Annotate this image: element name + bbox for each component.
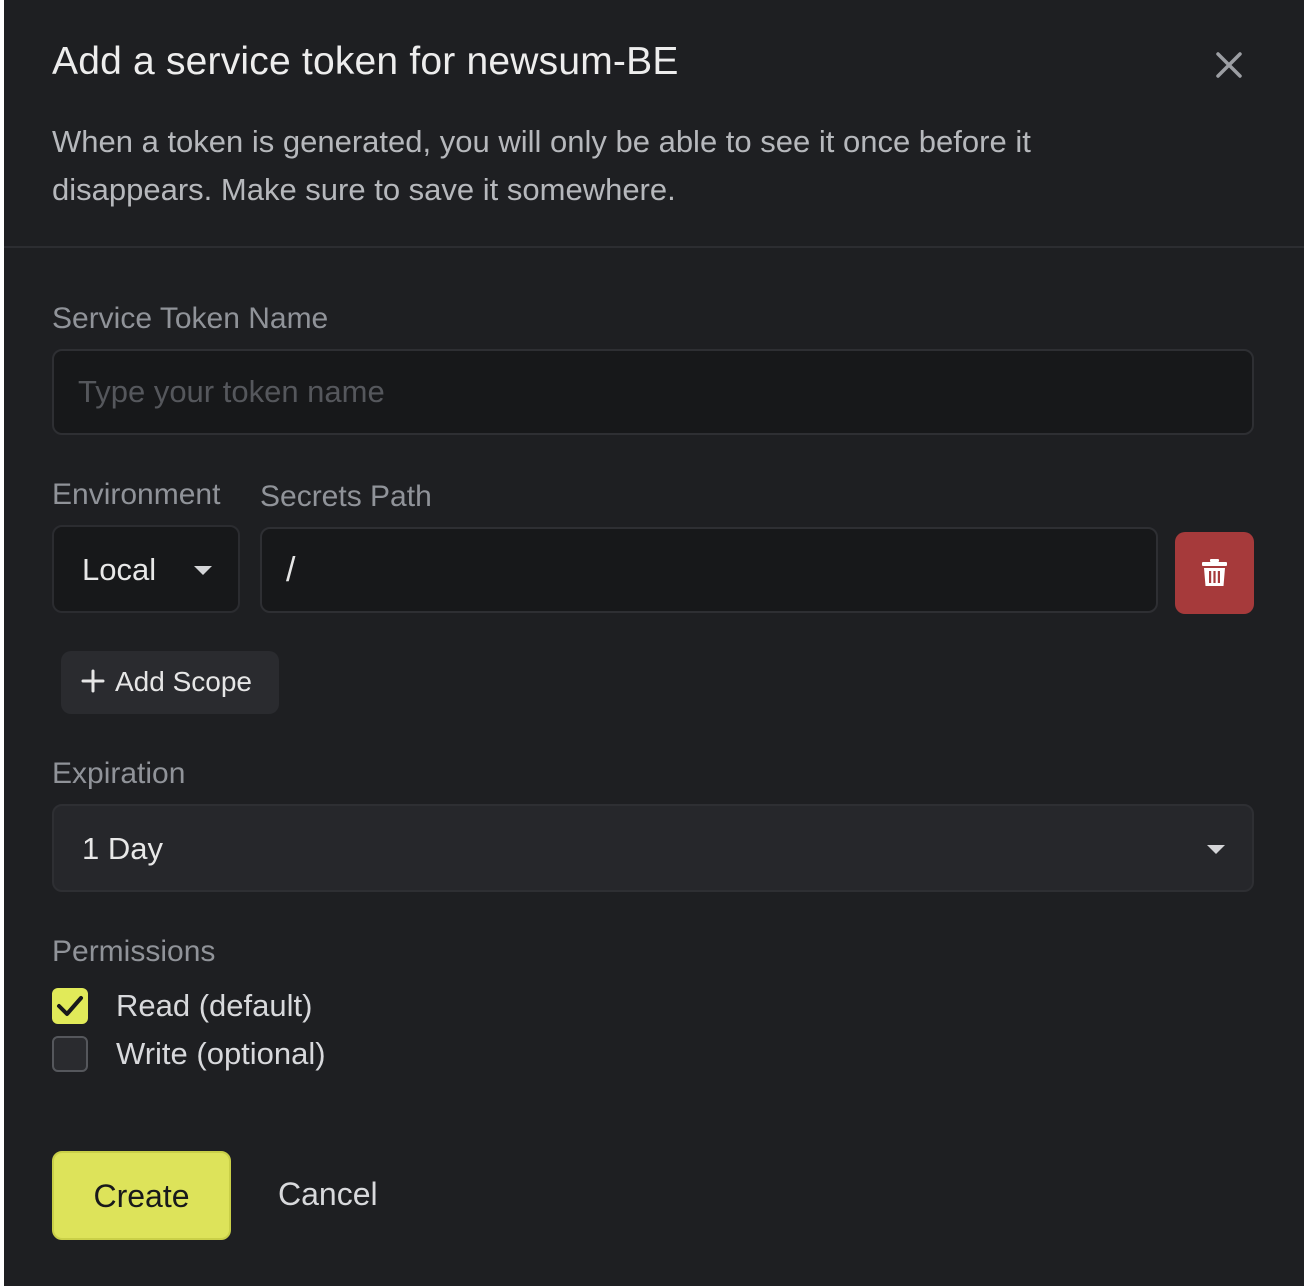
- dialog-title: Add a service token for newsum-BE: [52, 40, 679, 83]
- chevron-down-icon: [194, 566, 212, 575]
- chevron-down-icon: [1207, 845, 1225, 854]
- expiration-value: 1 Day: [82, 831, 163, 866]
- add-service-token-dialog: Add a service token for newsum-BE When a…: [4, 0, 1304, 1286]
- token-name-input[interactable]: [52, 349, 1254, 435]
- secrets-path-input[interactable]: [260, 527, 1158, 613]
- write-permission-label: Write (optional): [116, 1036, 326, 1071]
- check-icon: [57, 996, 83, 1016]
- plus-icon: [81, 669, 105, 693]
- environment-value: Local: [82, 552, 157, 587]
- permissions-label: Permissions: [52, 935, 216, 968]
- token-name-label: Service Token Name: [52, 302, 329, 335]
- expiration-label: Expiration: [52, 757, 186, 790]
- environment-select[interactable]: Local: [52, 525, 240, 613]
- write-permission-checkbox[interactable]: [52, 1036, 88, 1072]
- trash-icon: [1202, 559, 1227, 586]
- read-permission-checkbox[interactable]: [52, 988, 88, 1024]
- close-button[interactable]: [1210, 46, 1248, 84]
- read-permission-label: Read (default): [116, 988, 313, 1023]
- dialog-description: When a token is generated, you will only…: [52, 124, 1031, 207]
- cancel-button-label: Cancel: [278, 1176, 378, 1212]
- dialog-header: Add a service token for newsum-BE When a…: [4, 0, 1304, 248]
- create-button[interactable]: Create: [52, 1151, 231, 1240]
- expiration-select[interactable]: 1 Day: [52, 804, 1254, 892]
- close-icon: [1216, 52, 1242, 78]
- add-scope-label: Add Scope: [115, 666, 252, 697]
- environment-label: Environment: [52, 478, 221, 511]
- add-scope-button[interactable]: Add Scope: [61, 651, 279, 714]
- cancel-button[interactable]: Cancel: [266, 1151, 396, 1240]
- secrets-path-label: Secrets Path: [260, 480, 432, 513]
- delete-scope-button[interactable]: [1175, 532, 1254, 614]
- create-button-label: Create: [93, 1178, 190, 1214]
